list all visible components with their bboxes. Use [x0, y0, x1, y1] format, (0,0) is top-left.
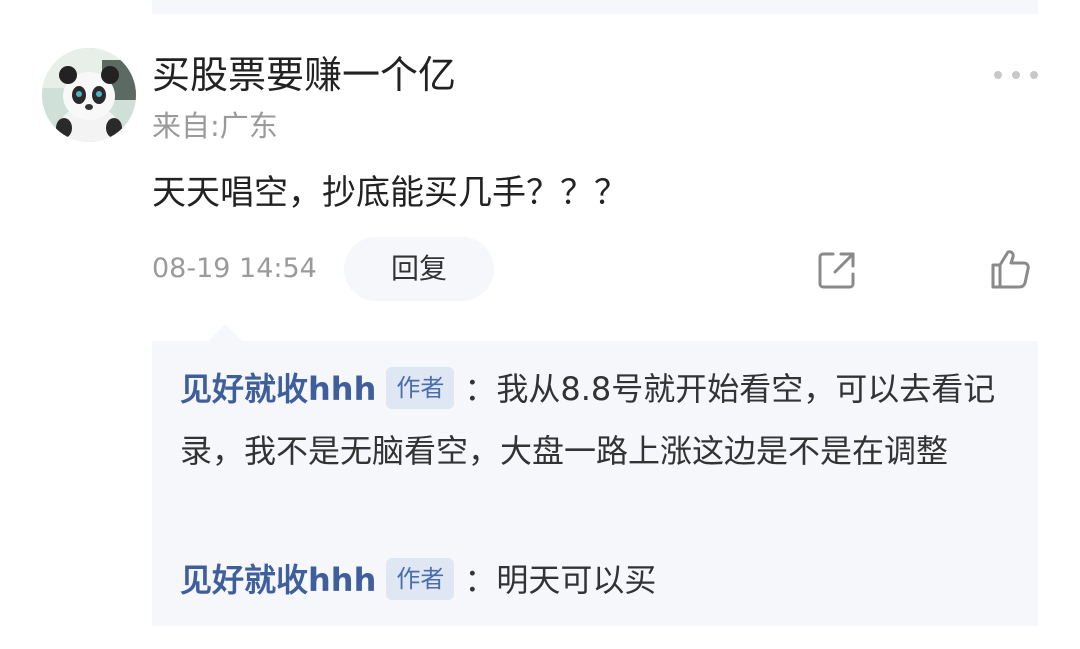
reply-text: 明天可以买	[496, 561, 657, 599]
comment-username[interactable]: 买股票要赚一个亿	[152, 50, 456, 100]
panda-avatar-image	[42, 48, 136, 142]
previous-thread-box	[152, 0, 1038, 14]
comment-location: 来自:广东	[152, 109, 278, 143]
comment-timestamp: 08-19 14:54	[152, 253, 317, 284]
more-dot	[1030, 71, 1038, 79]
more-dot	[1012, 71, 1020, 79]
thumbs-up-icon[interactable]	[988, 247, 1032, 291]
more-icon[interactable]	[994, 62, 1038, 88]
reply-author[interactable]: 见好就收hhh	[180, 561, 376, 599]
comment-page: 买股票要赚一个亿 来自:广东 天天唱空，抄底能买几手？？？ 08-19 14:5…	[0, 0, 1080, 649]
avatar[interactable]	[42, 48, 136, 142]
reply-button[interactable]: 回复	[344, 237, 494, 301]
thread-reply[interactable]: 见好就收hhh 作者 ：我从8.8号就开始看空，可以去看记录，我不是无脑看空，大盘一…	[180, 358, 1020, 482]
comment-text: 天天唱空，抄底能买几手？？？	[152, 173, 628, 213]
thread-pointer	[207, 324, 243, 342]
more-dot	[994, 71, 1002, 79]
reply-author[interactable]: 见好就收hhh	[180, 370, 376, 408]
reply-separator: ：	[464, 370, 497, 408]
author-badge: 作者	[386, 558, 455, 600]
author-badge: 作者	[386, 367, 455, 409]
reply-separator: ：	[464, 561, 497, 599]
thread-reply[interactable]: 见好就收hhh 作者 ：明天可以买	[180, 549, 1020, 611]
share-icon[interactable]	[816, 249, 858, 291]
